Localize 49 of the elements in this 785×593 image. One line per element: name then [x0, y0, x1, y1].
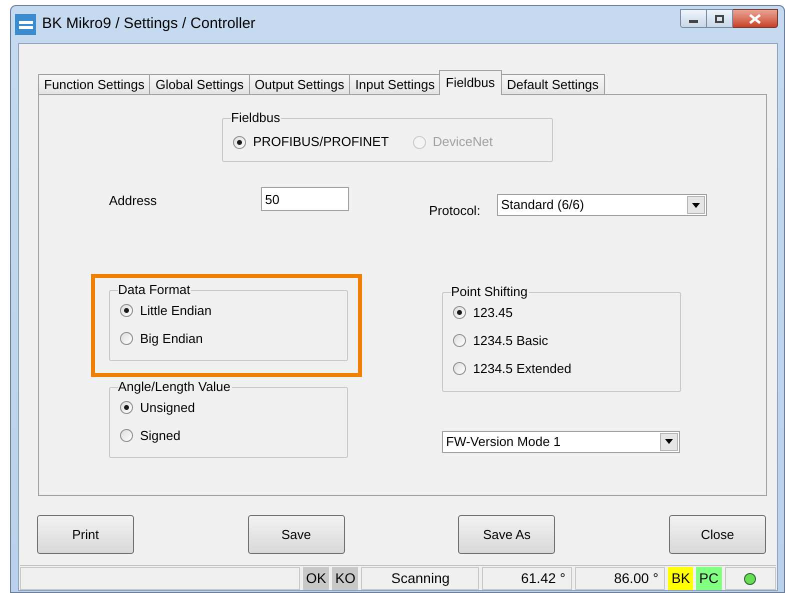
radio-label: Unsigned [140, 398, 195, 417]
caret-icon [687, 196, 705, 214]
address-label: Address [109, 192, 158, 210]
protocol-label: Protocol: [429, 202, 482, 220]
status-indicator: PC [696, 567, 722, 590]
radio-label: Signed [140, 426, 180, 445]
dialog-button[interactable]: Close [668, 515, 766, 554]
status-indicator: OK [303, 567, 330, 590]
radio-button[interactable] [453, 306, 466, 319]
tab[interactable]: Fieldbus [438, 70, 502, 95]
caret-icon [660, 432, 678, 450]
radio-label: 1234.5 Extended [473, 360, 572, 378]
group-title: Angle/Length Value [118, 378, 232, 394]
radio-label: DeviceNet [432, 133, 493, 152]
window-title: BK Mikro9 / Settings / Controller [42, 14, 256, 34]
tab[interactable]: Function Settings [38, 74, 150, 95]
tab[interactable]: Input Settings [349, 74, 441, 95]
radio-button[interactable] [120, 332, 133, 345]
dropdown[interactable]: Standard (6/6) [497, 194, 707, 216]
radio-button[interactable] [120, 401, 133, 414]
dialog-button[interactable]: Print [37, 515, 134, 554]
group-title: Point Shifting [451, 284, 529, 300]
tab[interactable]: Global Settings [149, 74, 250, 95]
tab[interactable]: Default Settings [500, 74, 605, 95]
app-logo-icon [15, 14, 36, 35]
radio-button[interactable] [233, 136, 246, 148]
dialog-button[interactable]: Save [248, 515, 345, 554]
radio-button[interactable] [120, 429, 133, 442]
status-indicator: BK [668, 567, 694, 590]
dropdown[interactable]: FW-Version Mode 1 [442, 430, 680, 452]
minimize-button[interactable] [680, 9, 707, 28]
radio-label: PROFIBUS/PROFINET [253, 133, 389, 152]
radio-label: Little Endian [140, 302, 212, 320]
close-icon [749, 14, 761, 24]
maximize-button[interactable] [707, 9, 733, 28]
close-button[interactable] [733, 9, 778, 28]
status-field: 61.42 ° [482, 567, 572, 590]
address-field[interactable]: 50 [261, 187, 349, 211]
radio-button[interactable] [120, 304, 133, 317]
radio-button[interactable] [453, 334, 466, 347]
radio-label: Big Endian [140, 330, 203, 348]
status-indicator: KO [332, 567, 358, 590]
radio-label: 1234.5 Basic [473, 332, 548, 350]
tab[interactable]: Output Settings [248, 74, 350, 95]
radio-label: 123.45 [473, 304, 513, 322]
status-field: Scanning [361, 567, 480, 590]
radio-button[interactable] [453, 362, 466, 375]
status-field: 86.00 ° [575, 567, 666, 590]
dialog-button[interactable]: Save As [458, 515, 556, 554]
